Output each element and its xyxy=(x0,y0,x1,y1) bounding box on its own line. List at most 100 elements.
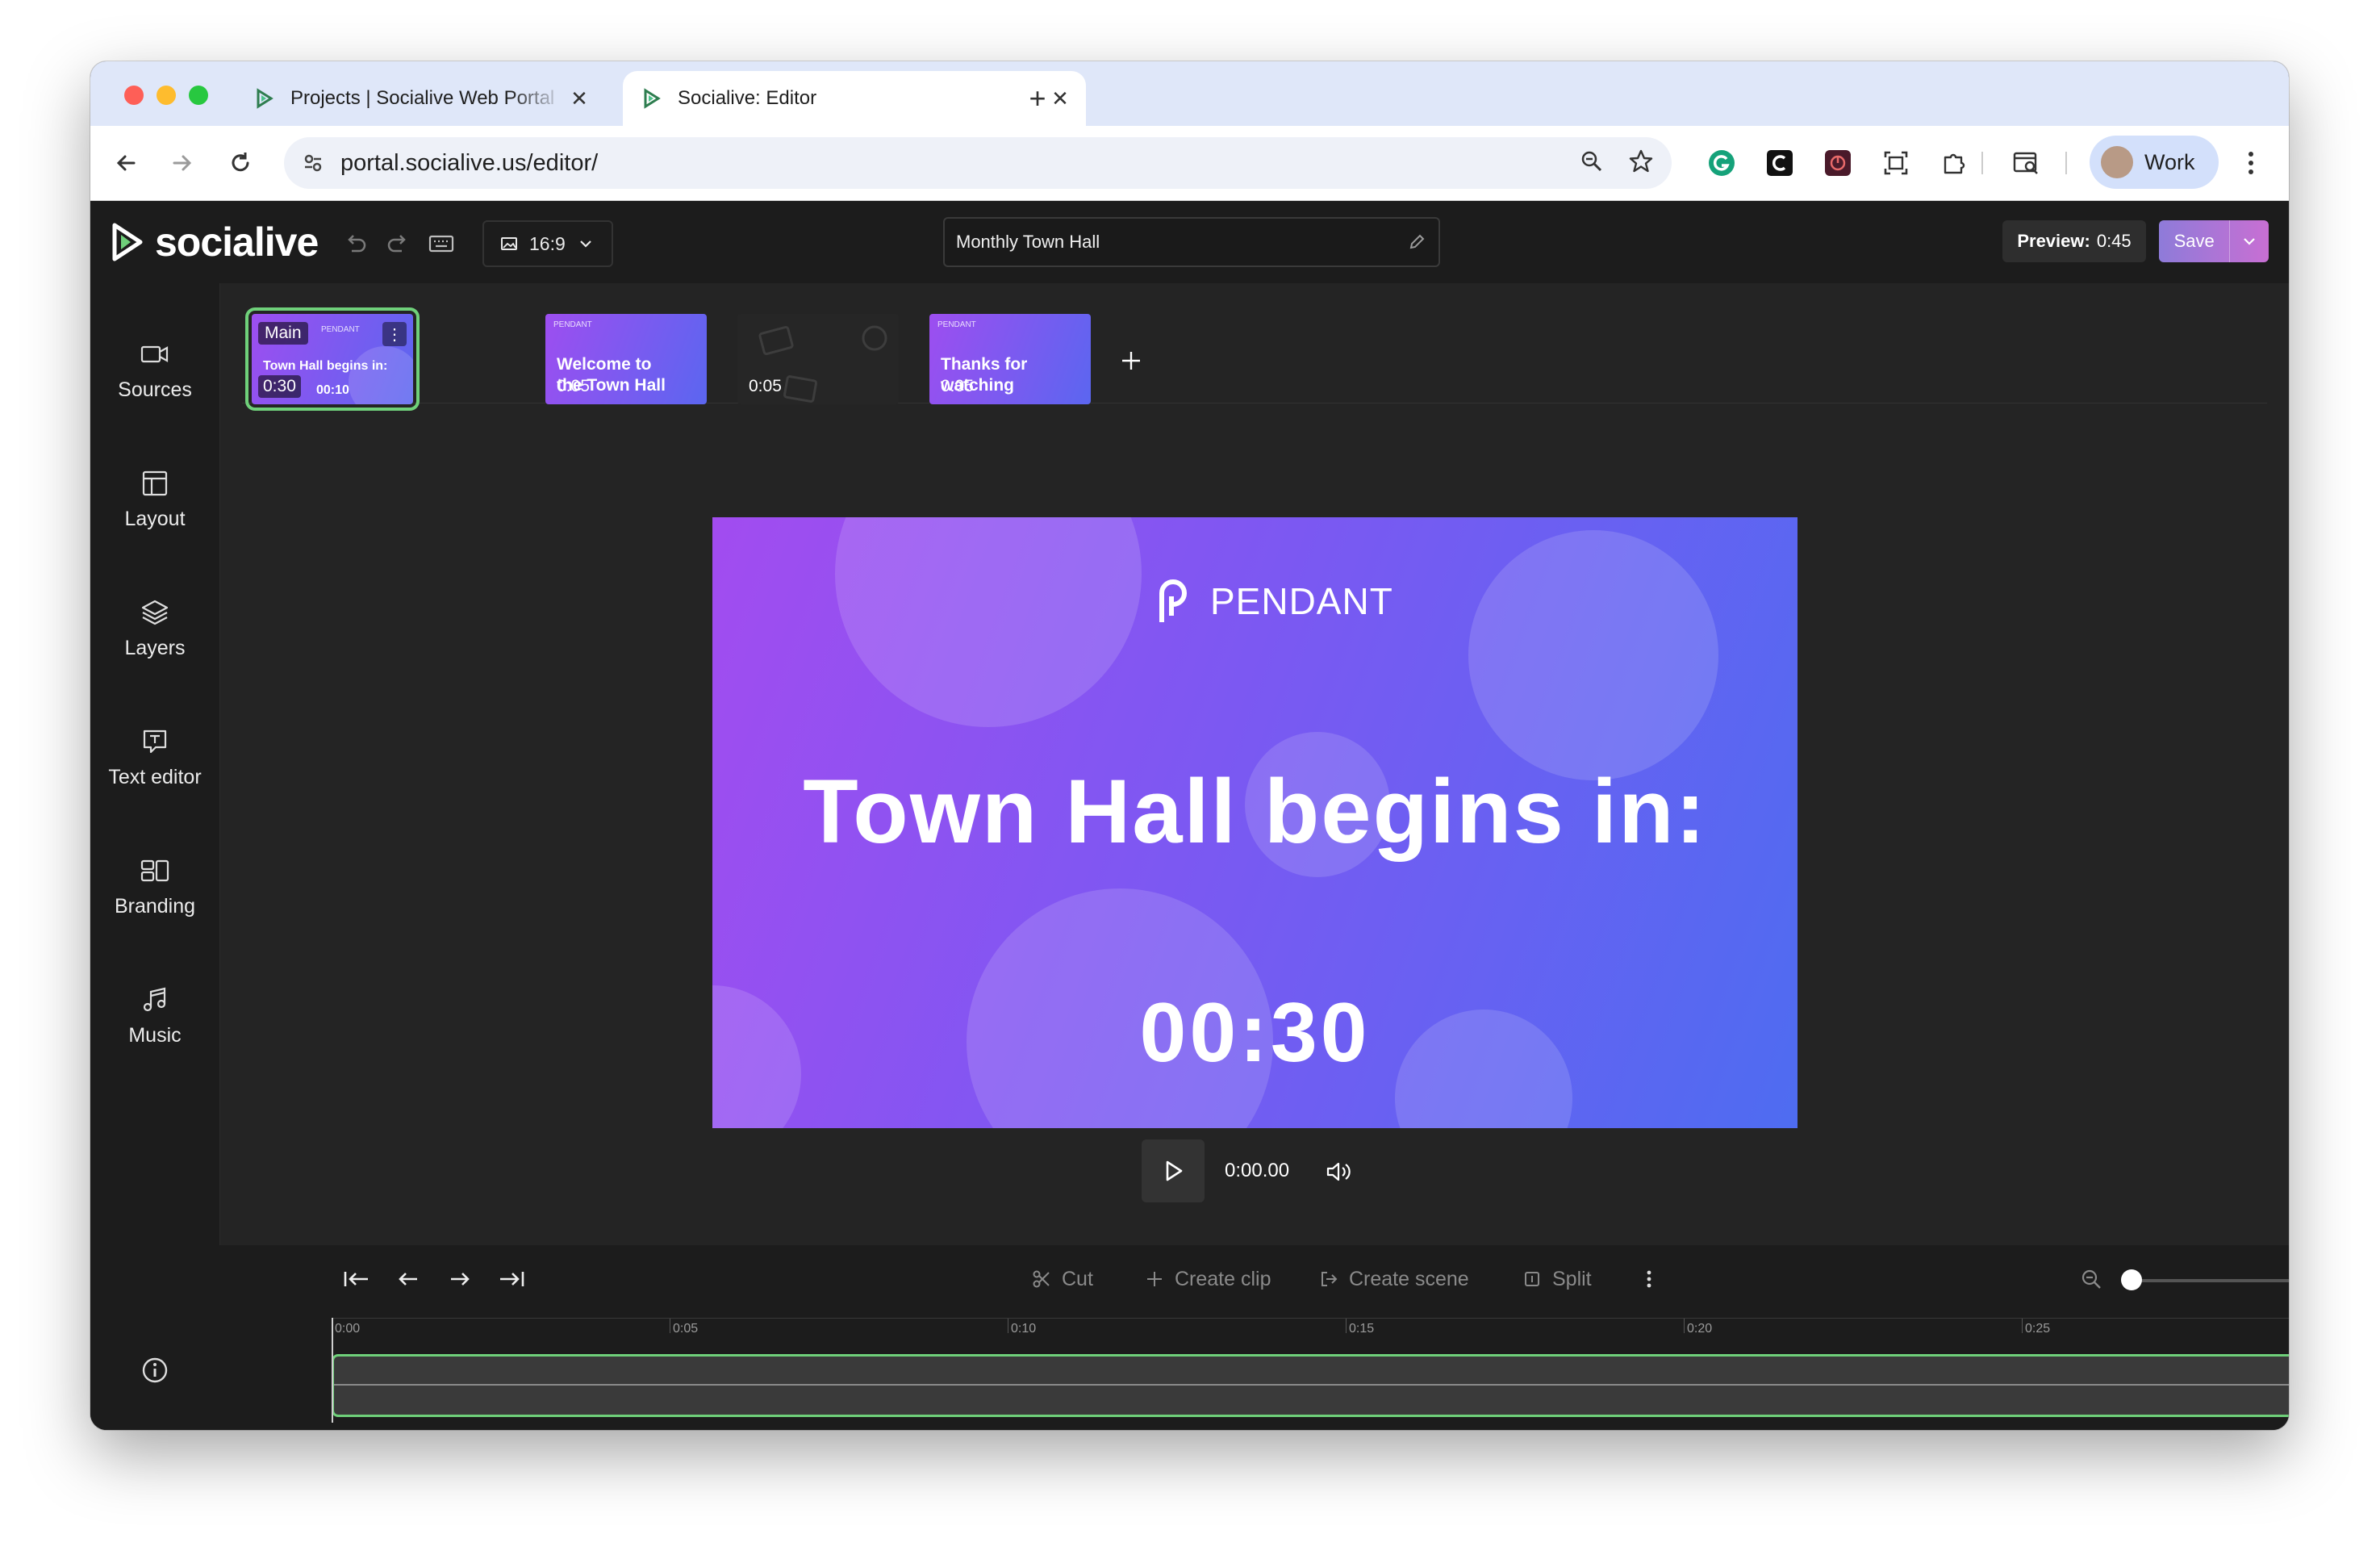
music-icon xyxy=(139,984,171,1016)
sidebar-item-text-editor[interactable]: Text editor xyxy=(90,713,219,801)
editor-app: socialive 16:9 Monthly Town Hall Preview… xyxy=(90,201,2289,1430)
sidebar-item-layers[interactable]: Layers xyxy=(90,583,219,672)
site-settings-icon[interactable] xyxy=(300,150,326,176)
arrow-left-icon xyxy=(116,155,136,171)
preview-label: Preview: xyxy=(2017,231,2090,251)
keyboard-shortcuts-button[interactable] xyxy=(428,230,455,257)
project-name-field[interactable]: Monthly Town Hall xyxy=(943,217,1440,267)
reload-button[interactable] xyxy=(221,144,260,182)
scene-title: Town Hall begins in: xyxy=(263,359,388,373)
extension-c-icon[interactable] xyxy=(1762,145,1798,181)
split-button[interactable]: Split xyxy=(1522,1263,1592,1295)
timeline-track-clip[interactable] xyxy=(332,1354,2289,1417)
undo-button[interactable] xyxy=(342,230,370,257)
zoom-out-button[interactable] xyxy=(2075,1263,2107,1295)
main-scene-badge: Main xyxy=(258,322,308,345)
profile-button[interactable]: Work xyxy=(2090,136,2219,189)
zoom-slider-handle[interactable] xyxy=(2121,1269,2142,1290)
tab-editor[interactable]: Socialive: Editor ✕ xyxy=(623,71,1086,126)
aspect-ratio-select[interactable]: 16:9 xyxy=(482,220,613,267)
sidebar-item-music[interactable]: Music xyxy=(90,971,219,1060)
pendant-logo-icon: PENDANT xyxy=(937,320,976,329)
add-scene-button[interactable] xyxy=(1115,345,1147,377)
sidebar-item-label: Branding xyxy=(114,894,196,918)
volume-button[interactable] xyxy=(1323,1156,1354,1187)
sidebar-item-branding[interactable]: Branding xyxy=(90,842,219,930)
new-tab-button[interactable]: + xyxy=(1018,79,1057,118)
close-window-button[interactable] xyxy=(124,86,144,105)
scene-thumbnail[interactable]: 0:05 xyxy=(737,314,899,404)
extensions-puzzle-icon[interactable] xyxy=(1936,145,1972,181)
scene-canvas[interactable]: PENDANT Town Hall begins in: 00:30 xyxy=(712,517,1798,1128)
scene-menu-button[interactable]: ⋮ xyxy=(382,322,407,346)
save-options-button[interactable] xyxy=(2229,220,2269,262)
socialive-logo-icon xyxy=(112,223,143,261)
plus-icon xyxy=(1144,1269,1165,1290)
save-button[interactable]: Save xyxy=(2159,231,2229,252)
sidebar-item-label: Text editor xyxy=(108,765,202,788)
pencil-icon[interactable] xyxy=(1408,233,1426,251)
grammarly-extension-icon[interactable] xyxy=(1704,145,1739,181)
step-forward-button[interactable] xyxy=(444,1263,476,1295)
ruler-label: 0:00 xyxy=(335,1322,361,1336)
tab-close-icon[interactable]: ✕ xyxy=(565,84,594,113)
browser-menu-icon[interactable] xyxy=(2233,145,2269,181)
sidebar-item-sources[interactable]: Sources xyxy=(90,325,219,414)
arrow-right-icon xyxy=(173,155,192,171)
maximize-window-button[interactable] xyxy=(189,86,208,105)
redo-button[interactable] xyxy=(384,230,411,257)
jump-to-end-button[interactable] xyxy=(495,1263,528,1295)
camera-icon xyxy=(139,338,171,370)
split-label: Split xyxy=(1552,1267,1592,1290)
create-scene-button[interactable]: Create scene xyxy=(1318,1263,1469,1295)
jump-start-icon xyxy=(344,1272,368,1286)
scissors-icon xyxy=(1031,1269,1052,1290)
sidebar-item-label: Layout xyxy=(124,507,186,530)
socialive-favicon-icon xyxy=(641,87,663,110)
minimize-window-button[interactable] xyxy=(157,86,176,105)
step-back-button[interactable] xyxy=(392,1263,424,1295)
zoom-slider-track[interactable] xyxy=(2128,1279,2289,1282)
timeline-playhead[interactable] xyxy=(332,1318,333,1423)
bookmark-star-icon[interactable] xyxy=(1628,148,1654,178)
ruler-label: 0:15 xyxy=(1349,1322,1375,1336)
jump-end-icon xyxy=(500,1272,524,1286)
project-name: Monthly Town Hall xyxy=(956,232,1100,252)
left-sidebar: Sources Layout Layers Text editor Brandi… xyxy=(90,283,220,1430)
info-button[interactable] xyxy=(139,1354,171,1386)
screenshot-extension-icon[interactable] xyxy=(1878,145,1914,181)
browser-toolbar: portal.socialive.us/editor/ Work xyxy=(90,126,2289,201)
create-clip-button[interactable]: Create clip xyxy=(1144,1263,1271,1295)
timeline-ruler[interactable]: 0:00 0:05 0:10 0:15 0:20 0:25 xyxy=(332,1318,2289,1351)
ruler-label: 0:25 xyxy=(2025,1322,2051,1336)
browser-window: Projects | Socialive Web Portal ✕ Social… xyxy=(90,61,2289,1430)
scene-duration: 0:05 xyxy=(941,377,974,395)
redo-icon xyxy=(387,235,406,253)
preview-value: 0:45 xyxy=(2096,231,2132,251)
cut-button[interactable]: Cut xyxy=(1031,1263,1093,1295)
scene-thumbnail[interactable]: Main PENDANT ⋮ Town Hall begins in: 00:1… xyxy=(245,307,420,411)
scene-thumbnail[interactable]: PENDANT Thanks for watching 0:05 xyxy=(929,314,1091,404)
back-button[interactable] xyxy=(106,144,145,182)
more-vertical-icon xyxy=(1647,1270,1651,1288)
address-bar[interactable]: portal.socialive.us/editor/ xyxy=(284,137,1672,189)
sidebar-item-layout[interactable]: Layout xyxy=(90,454,219,543)
sidebar-item-label: Layers xyxy=(124,636,186,659)
zoom-icon[interactable] xyxy=(1580,149,1604,178)
play-icon xyxy=(1166,1160,1183,1181)
audio-waveform-line xyxy=(334,1384,2289,1386)
pendant-logo-icon xyxy=(1159,579,1188,622)
info-icon xyxy=(142,1357,168,1383)
socialive-logo[interactable]: socialive xyxy=(108,219,319,265)
extension-power-icon[interactable] xyxy=(1820,145,1856,181)
scene-thumbnail[interactable]: PENDANT Welcome to the Town Hall 0:05 xyxy=(545,314,707,404)
undo-icon xyxy=(348,235,366,253)
forward-button[interactable] xyxy=(163,144,202,182)
more-actions-button[interactable] xyxy=(1633,1263,1665,1295)
jump-to-start-button[interactable] xyxy=(340,1263,373,1295)
play-button[interactable] xyxy=(1142,1139,1205,1202)
export-scene-icon xyxy=(1318,1269,1339,1290)
layers-icon xyxy=(139,596,171,629)
ruler-label: 0:20 xyxy=(1687,1322,1713,1336)
tab-search-icon[interactable] xyxy=(2009,145,2044,181)
